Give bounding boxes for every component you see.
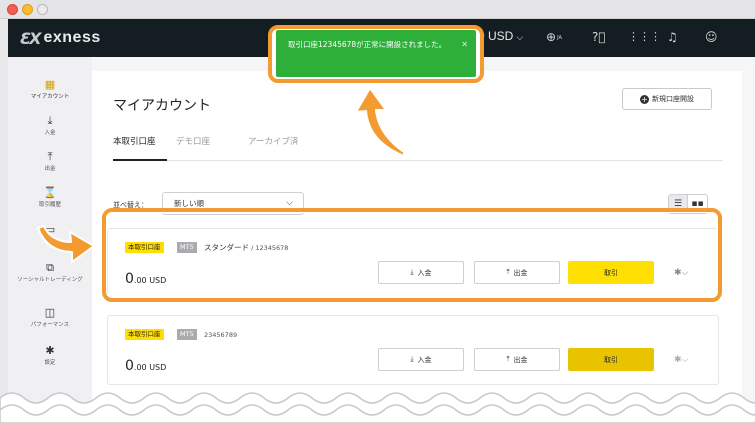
tab-divider bbox=[113, 160, 723, 161]
sort-value: 新しい順 bbox=[174, 199, 204, 208]
trade-button[interactable]: 取引 bbox=[568, 348, 654, 371]
browser-window: ƐX exness 0 USD ⌵ ⊕JA ?⃝ ⋮⋮⋮ ♫ ☺ ▦ マイアカウン… bbox=[0, 0, 755, 423]
withdraw-button[interactable]: ⤒ 出金 bbox=[474, 348, 560, 371]
zoom-window-button[interactable] bbox=[37, 4, 48, 15]
globe-icon: ⊕ bbox=[546, 30, 557, 44]
exness-logo[interactable]: ƐX exness bbox=[20, 27, 101, 49]
language-selector[interactable]: ⊕JA bbox=[546, 29, 562, 46]
account-settings-gear-icon[interactable]: ✱⌵ bbox=[674, 355, 688, 365]
highlight-frame-account-card bbox=[102, 208, 722, 302]
chart-icon: ◫ bbox=[44, 306, 56, 319]
upload-icon: ⤒ bbox=[47, 150, 53, 163]
new-account-label: 新規口座開設 bbox=[652, 95, 694, 103]
sidebar-item-label: 出金 bbox=[44, 166, 56, 172]
hourglass-icon: ⌛ bbox=[43, 186, 57, 199]
page-title: マイアカウント bbox=[113, 98, 211, 114]
sidebar-item-settings[interactable]: ✱ 設定 bbox=[8, 344, 92, 367]
window-titlebar bbox=[0, 0, 755, 19]
help-icon[interactable]: ?⃝ bbox=[592, 29, 606, 45]
wavy-cut-edge bbox=[0, 392, 755, 423]
success-notification: 取引口座12345678が正常に開設されました。 ✕ bbox=[276, 30, 476, 77]
tab-demo-accounts[interactable]: デモ口座 bbox=[176, 135, 210, 147]
close-icon[interactable]: ✕ bbox=[461, 38, 468, 51]
bell-icon[interactable]: ♫ bbox=[667, 29, 678, 45]
exness-mark-icon: ƐX bbox=[20, 28, 42, 48]
sidebar-item-label: マイアカウント bbox=[30, 94, 70, 100]
sidebar-item-label: 入金 bbox=[44, 130, 56, 136]
gear-icon: ✱ bbox=[45, 344, 55, 357]
annotation-arrow-right-icon bbox=[37, 225, 95, 263]
deposit-button[interactable]: ⤓ 入金 bbox=[378, 348, 464, 371]
sidebar-item-label: パフォーマンス bbox=[30, 322, 70, 328]
balance-major: 0 bbox=[125, 358, 134, 374]
user-profile-icon[interactable]: ☺ bbox=[705, 29, 718, 45]
notification-message: 取引口座12345678が正常に開設されました。 bbox=[288, 40, 447, 49]
sidebar-item-deposit[interactable]: ⤓ 入金 bbox=[8, 114, 92, 137]
balance-dropdown[interactable]: 0 USD ⌵ bbox=[478, 29, 523, 43]
account-type: 23456789 bbox=[204, 329, 237, 341]
new-account-button[interactable]: + 新規口座開設 bbox=[622, 88, 712, 110]
apps-grid-icon[interactable]: ⋮⋮⋮ bbox=[628, 29, 661, 45]
account-number: 23456789 bbox=[204, 331, 238, 339]
sidebar-item-label: 取引履歴 bbox=[38, 202, 61, 208]
withdraw-label: 出金 bbox=[513, 355, 528, 364]
sidebar-item-label: 設定 bbox=[44, 360, 56, 366]
sidebar-item-withdraw[interactable]: ⤒ 出金 bbox=[8, 150, 92, 173]
trade-label: 取引 bbox=[604, 355, 618, 364]
annotation-arrow-up-icon bbox=[355, 87, 405, 157]
close-window-button[interactable] bbox=[7, 4, 18, 15]
sidebar-item-label: ソーシャルトレーディング bbox=[17, 277, 83, 283]
active-tab-indicator bbox=[113, 159, 167, 161]
chevron-down-icon: ⌵ bbox=[516, 32, 524, 42]
upload-icon: ⤒ bbox=[506, 355, 510, 363]
logo-text: exness bbox=[43, 29, 101, 46]
balance-minor: .00 USD bbox=[133, 363, 167, 372]
download-icon: ⤓ bbox=[47, 114, 53, 127]
plus-circle-icon: + bbox=[640, 94, 649, 104]
dashboard-grid-icon: ▦ bbox=[44, 78, 56, 91]
account-card: 本取引口座 MT5 23456789 0.00 USD ⤓ 入金 ⤒ 出金 取引 ✱… bbox=[107, 315, 719, 385]
sidebar-item-performance[interactable]: ◫ パフォーマンス bbox=[8, 306, 92, 329]
platform-badge: MT5 bbox=[177, 329, 197, 340]
tab-archived[interactable]: アーカイブ済 bbox=[248, 135, 299, 147]
download-icon: ⤓ bbox=[410, 355, 414, 363]
deposit-label: 入金 bbox=[417, 355, 432, 364]
language-code: JA bbox=[557, 34, 562, 41]
sidebar-item-history[interactable]: ⌛ 取引履歴 bbox=[8, 186, 92, 209]
sidebar-item-my-account[interactable]: ▦ マイアカウント bbox=[8, 78, 92, 101]
account-balance: 0.00 USD bbox=[125, 355, 166, 374]
tab-real-accounts[interactable]: 本取引口座 bbox=[113, 135, 156, 147]
account-kind-badge: 本取引口座 bbox=[125, 329, 164, 340]
minimize-window-button[interactable] bbox=[22, 4, 33, 15]
